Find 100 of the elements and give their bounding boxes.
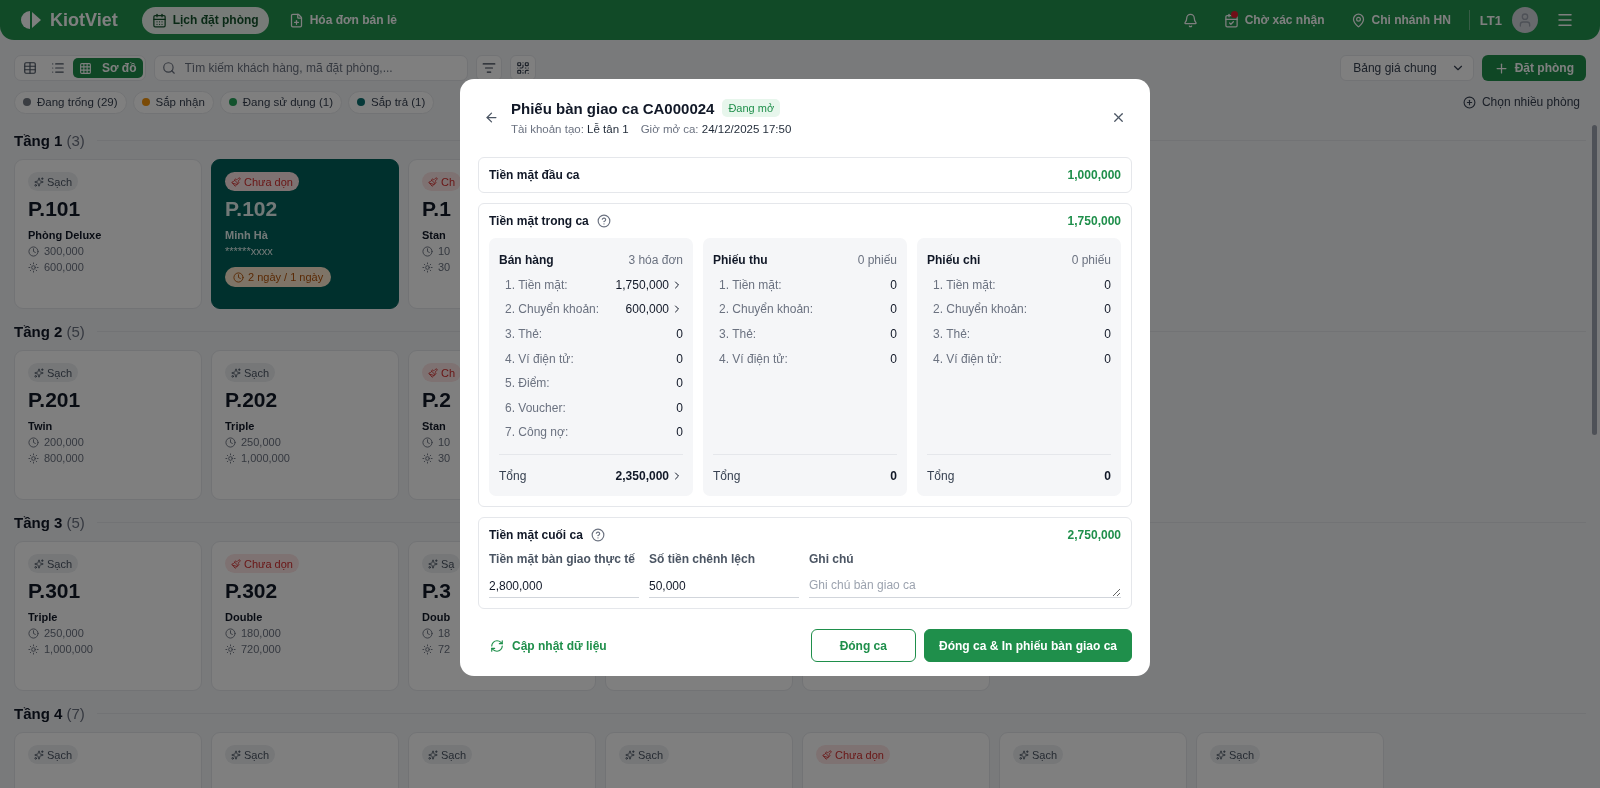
room-card[interactable]: Sạch P.101 Phòng Deluxe 300,000 600,000 <box>14 159 202 309</box>
scrollbar-thumb[interactable] <box>1592 125 1597 435</box>
select-multiple-button[interactable]: Chọn nhiều phòng <box>1456 94 1586 110</box>
room-card[interactable]: Sạch P.201 Twin 200,000 800,000 <box>14 350 202 500</box>
room-card[interactable]: Sạch <box>14 732 202 788</box>
daily-price: 600,000 <box>28 261 84 273</box>
guest-name: Minh Hà <box>225 229 268 241</box>
room-status-badge: Sạch <box>422 745 473 764</box>
nav-tab[interactable]: Lịch đặt phòng <box>141 6 269 34</box>
payment-label: 4. Ví điện tử: <box>504 351 574 366</box>
payment-amount: 0 <box>676 351 683 366</box>
sparkle-icon <box>428 749 438 760</box>
room-card[interactable]: Chưa dọn P.102 Minh Hà ******xxxx 2 ngày / 1 ngày <box>211 159 399 309</box>
room-card[interactable]: Chưa dọn P.302 Double 180,000 720,000 <box>211 541 399 691</box>
payment-amount: 0 <box>676 425 683 440</box>
room-status-badge: Sạch <box>28 363 79 382</box>
status-filter-chip[interactable]: Sắp trả (1) <box>347 90 435 114</box>
nav-tab[interactable]: Hóa đơn bán lẻ <box>278 6 407 34</box>
close-and-print-button[interactable]: Đóng ca & In phiếu bàn giao ca <box>923 629 1132 662</box>
close-shift-button[interactable]: Đóng ca <box>810 629 916 662</box>
payment-label: 4. Ví điện tử: <box>932 351 1002 366</box>
payment-amount: 0 <box>1104 327 1111 342</box>
room-card[interactable]: Sạch <box>211 732 399 788</box>
room-card[interactable]: Sạch <box>605 732 793 788</box>
room-card[interactable]: Sạch <box>1196 732 1384 788</box>
book-room-button[interactable]: Đặt phòng <box>1481 55 1586 81</box>
payment-amount: 0 <box>676 327 683 342</box>
plus-icon <box>1493 60 1509 76</box>
section-amount: 2,750,000 <box>1067 528 1121 542</box>
refresh-data-button[interactable]: Cập nhật dữ liệu <box>478 638 619 653</box>
shift-meta: Giờ mở ca: 24/12/2025 17:50 <box>640 123 792 135</box>
panel-count: 0 phiếu <box>1071 253 1111 268</box>
payment-amount: 0 <box>1104 351 1111 366</box>
payment-label: 2. Chuyển khoản: <box>718 302 814 317</box>
help-icon[interactable] <box>596 214 611 228</box>
payment-amount: 0 <box>1104 277 1111 292</box>
view-button[interactable]: Sơ đồ <box>73 58 143 78</box>
hourly-price: 10 <box>422 436 451 448</box>
sun-icon <box>422 261 433 273</box>
payment-label: 3. Thẻ: <box>504 327 543 342</box>
room-type: Triple <box>225 420 255 432</box>
room-card[interactable]: Chưa dọn <box>802 732 990 788</box>
price-list-select[interactable]: Bảng giá chung <box>1340 55 1474 81</box>
grid-icon <box>79 61 92 75</box>
sparkle-icon <box>1019 749 1029 760</box>
hourly-price: 10 <box>422 245 451 257</box>
room-status-badge: Sạch <box>225 745 276 764</box>
clock-icon <box>422 436 433 448</box>
room-card[interactable]: Sạch P.202 Triple 250,000 1,000,000 <box>211 350 399 500</box>
hourly-price: 18 <box>422 627 451 639</box>
payment-label: 2. Chuyển khoản: <box>932 302 1028 317</box>
calendar-icon <box>151 12 167 28</box>
pending-button[interactable]: Chờ xác nhận <box>1215 8 1333 32</box>
hourly-price: 300,000 <box>28 245 84 257</box>
back-button[interactable] <box>484 109 499 125</box>
total-amount-link[interactable]: 2,350,000 <box>615 468 683 483</box>
document-plus-icon <box>288 12 304 28</box>
payment-label: 1. Tiền mặt: <box>932 277 996 292</box>
payment-label: 1. Tiền mặt: <box>504 277 568 292</box>
filter-button[interactable] <box>475 55 502 81</box>
payment-amount-link[interactable]: 600,000 <box>625 302 683 317</box>
search-field[interactable]: Tìm kiếm khách hàng, mã đặt phòng,... <box>153 55 468 81</box>
daily-price: 30 <box>422 452 451 464</box>
broom-icon <box>231 176 241 187</box>
room-card[interactable]: Sạch <box>408 732 596 788</box>
room-number: P.2 <box>422 388 451 412</box>
room-type: Double <box>225 611 263 623</box>
qr-button[interactable] <box>509 55 536 81</box>
daily-price: 720,000 <box>225 643 281 655</box>
status-filter-chip[interactable]: Đang trống (29) <box>14 90 127 114</box>
payment-amount: 0 <box>890 277 897 292</box>
room-type: Triple <box>28 611 58 623</box>
shift-meta: Tài khoản tạo: Lễ tân 1 <box>511 123 629 135</box>
help-icon[interactable] <box>590 528 605 542</box>
calendar-check-icon <box>1223 12 1239 28</box>
broom-icon <box>428 367 438 378</box>
guest-phone: ******xxxx <box>225 245 273 257</box>
sparkle-icon <box>34 558 44 569</box>
status-filter-chip[interactable]: Sắp nhận <box>132 90 214 114</box>
room-status-badge: Sạch <box>28 172 79 191</box>
field-label: Số tiền chênh lệch <box>649 552 757 566</box>
status-filter-chip[interactable]: Đang sử dụng (1) <box>219 90 342 114</box>
panel-title: Bán hàng <box>499 253 554 268</box>
sun-icon <box>422 643 433 655</box>
section-amount: 1,000,000 <box>1067 168 1121 182</box>
floor-title: Tầng 1 (3) <box>14 132 85 149</box>
payment-amount-link[interactable]: 1,750,000 <box>615 277 683 292</box>
room-card[interactable]: Sạch P.301 Triple 250,000 1,000,000 <box>14 541 202 691</box>
table-icon <box>23 61 37 75</box>
room-card[interactable]: Sạch <box>999 732 1187 788</box>
room-number: P.302 <box>225 579 278 603</box>
daily-price: 72 <box>422 643 451 655</box>
panel-title: Phiếu chi <box>927 253 981 268</box>
branch-button[interactable]: Chi nhánh HN <box>1342 8 1459 32</box>
room-status-badge: Sạch <box>1013 745 1064 764</box>
payment-amount: 0 <box>676 376 683 391</box>
sparkle-icon <box>1216 749 1226 760</box>
total-amount: 0 <box>890 468 897 483</box>
sparkle-icon <box>625 749 635 760</box>
list-icon <box>51 61 65 75</box>
